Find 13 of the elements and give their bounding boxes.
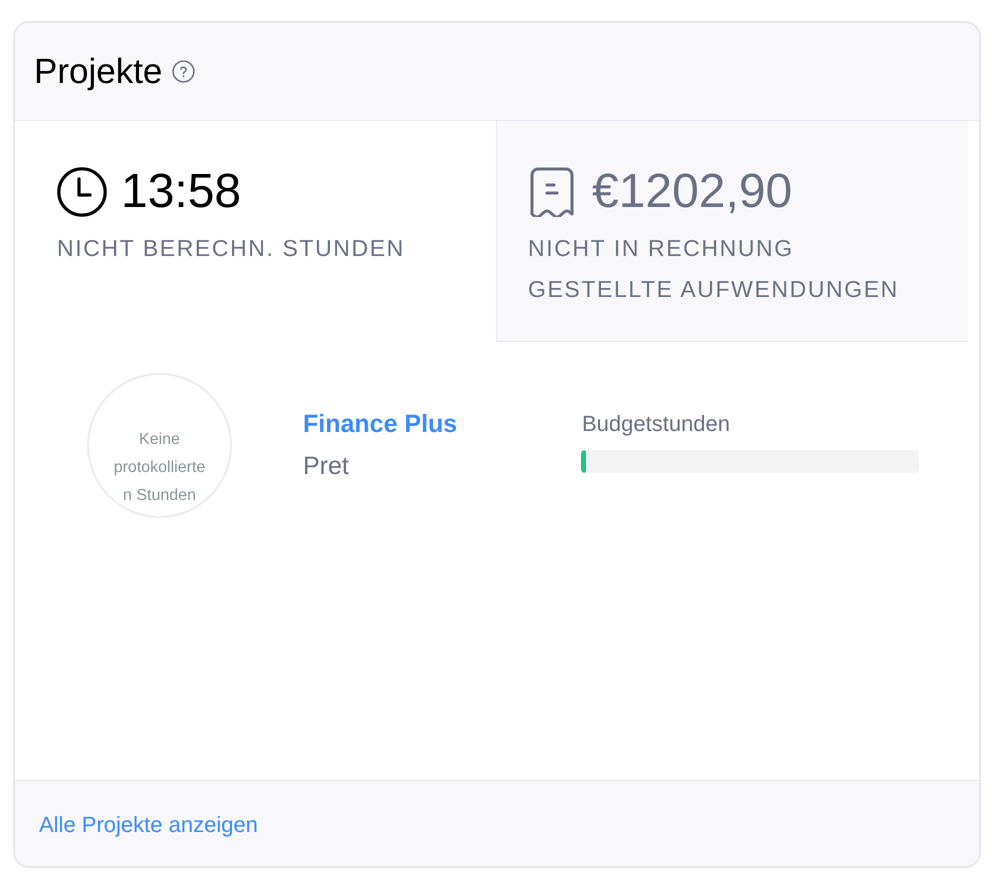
client-name: Pret (303, 451, 349, 482)
empty-state-text: Keine protokollierten Stunden (112, 430, 206, 506)
card-title: Projekte (34, 50, 162, 92)
all-projects-link[interactable]: Alle Projekte anzeigen (39, 811, 258, 840)
stat-label: NICHT BERECHN. STUNDEN (57, 234, 406, 263)
receipt-icon (530, 167, 574, 217)
stat-label: NICHT IN RECHNUNG GESTELLTE AUFWENDUNGEN (528, 234, 900, 304)
clock-icon (57, 167, 107, 217)
help-icon[interactable] (172, 60, 196, 83)
budget-label: Budgetstunden (582, 411, 730, 437)
hours-value: 13:58 (121, 168, 242, 216)
project-link[interactable]: Finance Plus (303, 408, 458, 440)
expense-amount: €1202,90 (592, 168, 792, 216)
